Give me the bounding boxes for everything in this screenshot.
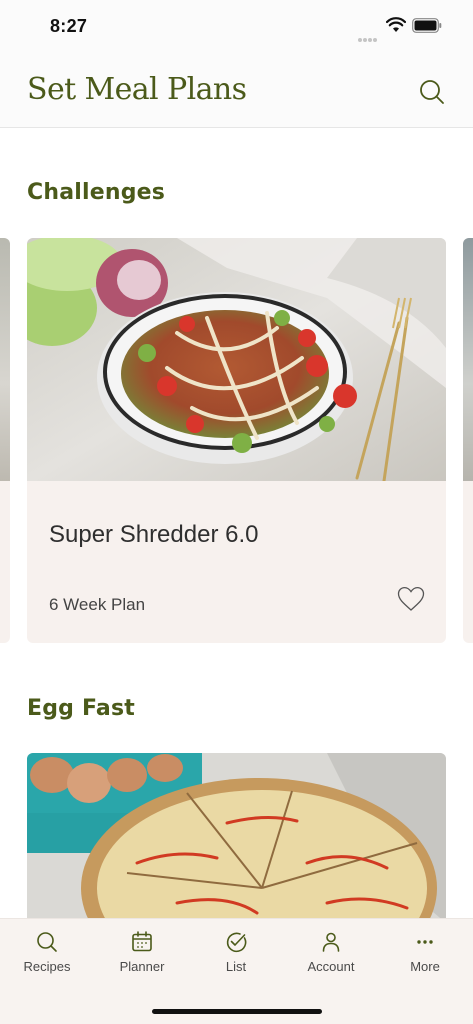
status-bar: 8:27 [0, 0, 473, 54]
card-image-egg-pizza[interactable] [27, 753, 446, 923]
tab-label: Planner [119, 959, 165, 974]
search-icon [37, 932, 57, 952]
tab-recipes[interactable]: Recipes [7, 929, 87, 985]
section-title-egg-fast: Egg Fast [27, 696, 135, 721]
more-dots-icon [417, 940, 433, 944]
tab-label: Account [307, 959, 355, 974]
tab-label: Recipes [23, 959, 71, 974]
wifi-icon [386, 17, 406, 32]
status-time: 8:27 [50, 16, 88, 36]
card-image-salad-bowl [27, 238, 446, 481]
carousel-card-previous[interactable] [0, 238, 10, 643]
tab-list[interactable]: List [196, 929, 276, 985]
tab-more[interactable]: More [385, 929, 465, 985]
app-header: Set Meal Plans [0, 54, 473, 128]
tab-label: List [225, 959, 247, 974]
heart-outline-icon[interactable] [397, 586, 425, 612]
cellular-signal-icon [358, 29, 380, 42]
meal-plan-card[interactable]: Super Shredder 6.0 6 Week Plan [27, 238, 446, 643]
card-title: Super Shredder 6.0 [49, 521, 259, 548]
section-title-challenges: Challenges [27, 180, 166, 205]
search-icon[interactable] [416, 76, 448, 108]
card-subtitle: 6 Week Plan [49, 595, 146, 614]
check-circle-icon [226, 932, 247, 953]
person-icon [322, 932, 340, 952]
tab-account[interactable]: Account [291, 929, 371, 985]
page-title: Set Meal Plans [27, 72, 247, 107]
carousel-card-next[interactable] [463, 238, 473, 643]
home-indicator [152, 1009, 322, 1014]
tab-planner[interactable]: Planner [102, 929, 182, 985]
battery-icon [412, 18, 442, 33]
calendar-icon [132, 931, 152, 952]
tab-label: More [410, 959, 440, 974]
